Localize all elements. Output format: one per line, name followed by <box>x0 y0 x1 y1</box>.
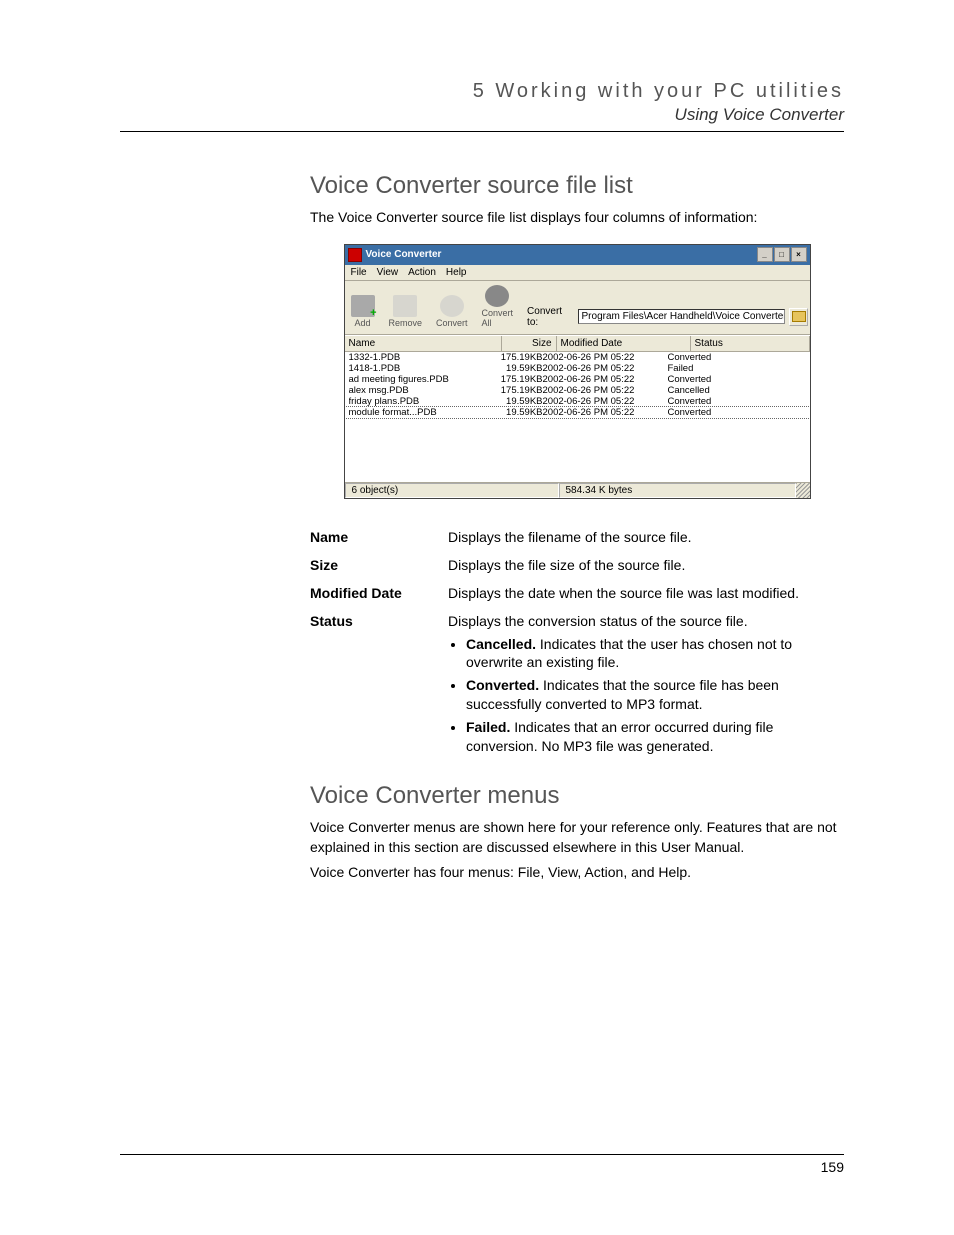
maximize-button[interactable]: □ <box>774 247 790 262</box>
table-row[interactable]: module format...PDB 19.59KB 2002-06-26 P… <box>345 407 810 418</box>
bullet-cancelled: Cancelled. Indicates that the user has c… <box>466 635 836 673</box>
add-icon <box>351 295 375 317</box>
converted-label: Converted. <box>466 677 539 693</box>
app-icon <box>348 248 362 262</box>
failed-label: Failed. <box>466 719 510 735</box>
section-title: Using Voice Converter <box>120 105 844 125</box>
col-status[interactable]: Status <box>691 336 810 351</box>
term-date: Modified Date <box>310 579 448 607</box>
chapter-title: 5 Working with your PC utilities <box>120 80 844 103</box>
col-date[interactable]: Modified Date <box>557 336 691 351</box>
app-screenshot: Voice Converter _ □ × File View Action H… <box>344 244 811 499</box>
folder-icon <box>792 311 806 322</box>
menu-action[interactable]: Action <box>408 267 436 278</box>
desc-name: Displays the filename of the source file… <box>448 523 844 551</box>
convert-to-label: Convert to: <box>527 306 573 328</box>
convert-label: Convert <box>436 318 468 328</box>
desc-size: Displays the file size of the source fil… <box>448 551 844 579</box>
menu-help[interactable]: Help <box>446 267 467 278</box>
remove-button[interactable]: Remove <box>389 295 423 328</box>
definitions-table: Name Displays the filename of the source… <box>310 523 844 766</box>
desc-status: Displays the conversion status of the so… <box>448 607 844 766</box>
remove-icon <box>393 295 417 317</box>
cancelled-label: Cancelled. <box>466 636 536 652</box>
close-button[interactable]: × <box>791 247 807 262</box>
menus-p1: Voice Converter menus are shown here for… <box>310 818 844 857</box>
menus-p2: Voice Converter has four menus: File, Vi… <box>310 863 844 883</box>
convert-all-icon <box>485 285 509 307</box>
toolbar: Add Remove Convert Convert All <box>345 281 810 335</box>
convert-path-field[interactable]: Program Files\Acer Handheld\Voice Conver… <box>578 309 785 324</box>
status-desc-text: Displays the conversion status of the so… <box>448 613 748 629</box>
file-list[interactable]: 1332-1.PDB 175.19KB 2002-06-26 PM 05:22 … <box>345 352 810 482</box>
convert-all-button[interactable]: Convert All <box>482 285 514 328</box>
page-number: 159 <box>821 1159 844 1175</box>
failed-text: Indicates that an error occurred during … <box>466 719 773 754</box>
menu-file[interactable]: File <box>351 267 367 278</box>
table-row[interactable]: friday plans.PDB 19.59KB 2002-06-26 PM 0… <box>345 396 810 407</box>
status-objects: 6 object(s) <box>345 483 559 498</box>
term-name: Name <box>310 523 448 551</box>
resize-grip[interactable] <box>796 483 810 498</box>
menubar: File View Action Help <box>345 265 810 281</box>
browse-button[interactable] <box>789 308 808 326</box>
intro-text: The Voice Converter source file list dis… <box>310 208 844 228</box>
bullet-failed: Failed. Indicates that an error occurred… <box>466 718 836 756</box>
remove-label: Remove <box>389 318 423 328</box>
table-row[interactable]: 1332-1.PDB 175.19KB 2002-06-26 PM 05:22 … <box>345 352 810 363</box>
desc-date: Displays the date when the source file w… <box>448 579 844 607</box>
add-label: Add <box>354 318 370 328</box>
page-header: 5 Working with your PC utilities Using V… <box>120 80 844 132</box>
bullet-converted: Converted. Indicates that the source fil… <box>466 676 836 714</box>
table-row[interactable]: alex msg.PDB 175.19KB 2002-06-26 PM 05:2… <box>345 385 810 396</box>
convert-all-label: Convert All <box>482 308 514 328</box>
menu-view[interactable]: View <box>377 267 399 278</box>
col-name[interactable]: Name <box>345 336 502 351</box>
window-title: Voice Converter <box>366 249 442 260</box>
minimize-button[interactable]: _ <box>757 247 773 262</box>
heading-menus: Voice Converter menus <box>310 782 844 810</box>
convert-button[interactable]: Convert <box>436 295 468 328</box>
table-row[interactable]: ad meeting figures.PDB 175.19KB 2002-06-… <box>345 374 810 385</box>
table-row[interactable]: 1418-1.PDB 19.59KB 2002-06-26 PM 05:22 F… <box>345 363 810 374</box>
list-header: Name Size Modified Date Status <box>345 335 810 352</box>
heading-source-list: Voice Converter source file list <box>310 172 844 200</box>
status-bar: 6 object(s) 584.34 K bytes <box>345 482 810 498</box>
convert-icon <box>440 295 464 317</box>
col-size[interactable]: Size <box>502 336 557 351</box>
status-size: 584.34 K bytes <box>559 483 796 498</box>
term-status: Status <box>310 607 448 766</box>
page-footer: 159 <box>120 1154 844 1175</box>
term-size: Size <box>310 551 448 579</box>
window-titlebar[interactable]: Voice Converter _ □ × <box>345 245 810 265</box>
add-button[interactable]: Add <box>351 295 375 328</box>
